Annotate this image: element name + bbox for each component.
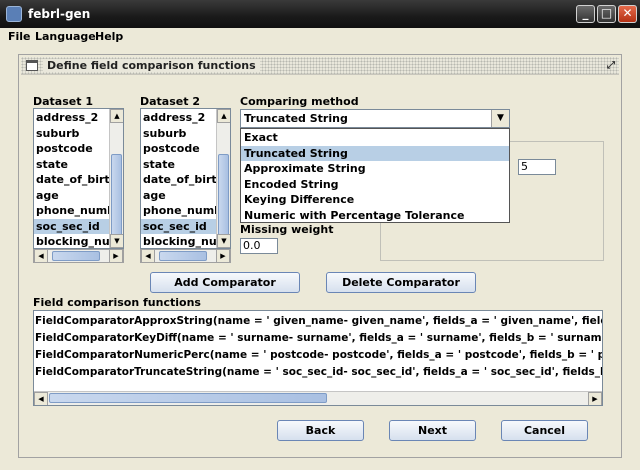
list-item[interactable]: phone_number [36,203,123,218]
comparing-method-dropdown[interactable]: Exact Truncated String Approximate String E… [240,128,510,223]
dataset2-hscroll[interactable]: ◀ ▶ [140,249,231,263]
dataset2-vscroll[interactable]: ▲ ▼ [216,109,230,248]
scroll-thumb[interactable] [218,154,229,240]
minimize-button[interactable]: _ [576,5,595,23]
app-icon [6,6,22,22]
scroll-thumb[interactable] [49,393,327,403]
missing-weight-label: Missing weight [240,223,334,236]
dropdown-option[interactable]: Numeric with Percentage Tolerance [241,208,509,223]
scroll-thumb[interactable] [52,251,100,261]
fcf-line[interactable]: FieldComparatorTruncateString(name = ' s… [35,364,602,380]
menu-help[interactable]: Help [95,30,123,43]
cancel-button[interactable]: Cancel [501,420,588,441]
list-item[interactable]: date_of_birth [143,172,225,187]
scroll-left-icon[interactable]: ◀ [34,392,48,405]
delete-comparator-button[interactable]: Delete Comparator [326,272,476,293]
scroll-right-icon[interactable]: ▶ [109,249,123,263]
close-button[interactable]: ✕ [618,5,637,23]
window-title: febrl-gen [28,7,91,21]
add-comparator-button[interactable]: Add Comparator [150,272,300,293]
list-item[interactable]: blocking_number [36,234,123,248]
menu-bar: File Language Help [0,28,640,46]
parameter-field[interactable]: 5 [518,159,556,175]
list-item[interactable]: suburb [143,126,218,141]
list-item[interactable]: suburb [36,126,111,141]
scroll-right-icon[interactable]: ▶ [588,392,602,405]
list-item[interactable]: address_2 [36,110,111,125]
menu-language[interactable]: Language [35,30,96,43]
fcf-hscroll[interactable]: ◀ ▶ [34,391,602,405]
list-item[interactable]: soc_sec_id [34,218,109,234]
scroll-thumb[interactable] [159,251,207,261]
dataset1-hscroll[interactable]: ◀ ▶ [33,249,124,263]
title-bar: febrl-gen _ □ ✕ [0,0,640,28]
dataset1-list[interactable]: address_2 suburb postcode state date_of_birt… [33,108,124,249]
back-button[interactable]: Back [277,420,364,441]
dropdown-option[interactable]: Truncated String [241,145,509,161]
comparing-method-select[interactable]: Truncated String ▼ [240,109,510,128]
maximize-icon[interactable]: ⤢ [607,60,615,71]
scroll-left-icon[interactable]: ◀ [34,249,48,263]
scroll-up-icon[interactable]: ▲ [217,109,230,123]
menu-file[interactable]: File [8,30,31,43]
panel-header: Define field comparison functions ⤢ [21,57,619,75]
list-item[interactable]: state [36,157,111,172]
fcf-line[interactable]: FieldComparatorKeyDiff(name = ' surname-… [35,330,602,346]
list-item[interactable]: postcode [36,141,111,156]
list-item[interactable]: phone_number [143,203,230,218]
scroll-right-icon[interactable]: ▶ [216,249,230,263]
list-item[interactable]: state [143,157,218,172]
scroll-down-icon[interactable]: ▼ [110,234,123,248]
dropdown-option[interactable]: Keying Difference [241,192,509,207]
chevron-down-icon[interactable]: ▼ [491,110,509,127]
dropdown-option[interactable]: Approximate String [241,161,509,176]
scroll-left-icon[interactable]: ◀ [141,249,155,263]
dataset1-vscroll[interactable]: ▲ ▼ [109,109,123,248]
list-item[interactable]: age [36,188,111,203]
scroll-down-icon[interactable]: ▼ [217,234,230,248]
content-area: Define field comparison functions ⤢ Data… [0,46,640,470]
fcf-line[interactable]: FieldComparatorApproxString(name = ' giv… [35,313,602,329]
scroll-up-icon[interactable]: ▲ [110,109,123,123]
list-item[interactable]: soc_sec_id [141,218,216,234]
dataset2-label: Dataset 2 [140,95,200,108]
comparing-method-value: Truncated String [244,112,348,125]
window-icon [26,60,38,71]
fcf-line[interactable]: FieldComparatorNumericPerc(name = ' post… [35,347,602,363]
comparing-method-label: Comparing method [240,95,359,108]
list-item[interactable]: age [143,188,218,203]
maximize-button[interactable]: □ [597,5,616,23]
missing-weight-field[interactable]: 0.0 [240,238,278,254]
list-item[interactable]: address_2 [143,110,218,125]
next-button[interactable]: Next [389,420,476,441]
list-item[interactable]: postcode [143,141,218,156]
dropdown-option[interactable]: Encoded String [241,177,509,192]
fcf-label: Field comparison functions [33,296,201,309]
list-item[interactable]: date_of_birth [36,172,118,187]
scroll-thumb[interactable] [111,154,122,240]
dataset1-label: Dataset 1 [33,95,93,108]
dropdown-option[interactable]: Exact [241,130,509,145]
fcf-list[interactable]: FieldComparatorApproxString(name = ' giv… [33,310,603,406]
dataset2-list[interactable]: address_2 suburb postcode state date_of_birt… [140,108,231,249]
list-item[interactable]: blocking_number [143,234,230,248]
panel-title: Define field comparison functions [43,59,260,72]
